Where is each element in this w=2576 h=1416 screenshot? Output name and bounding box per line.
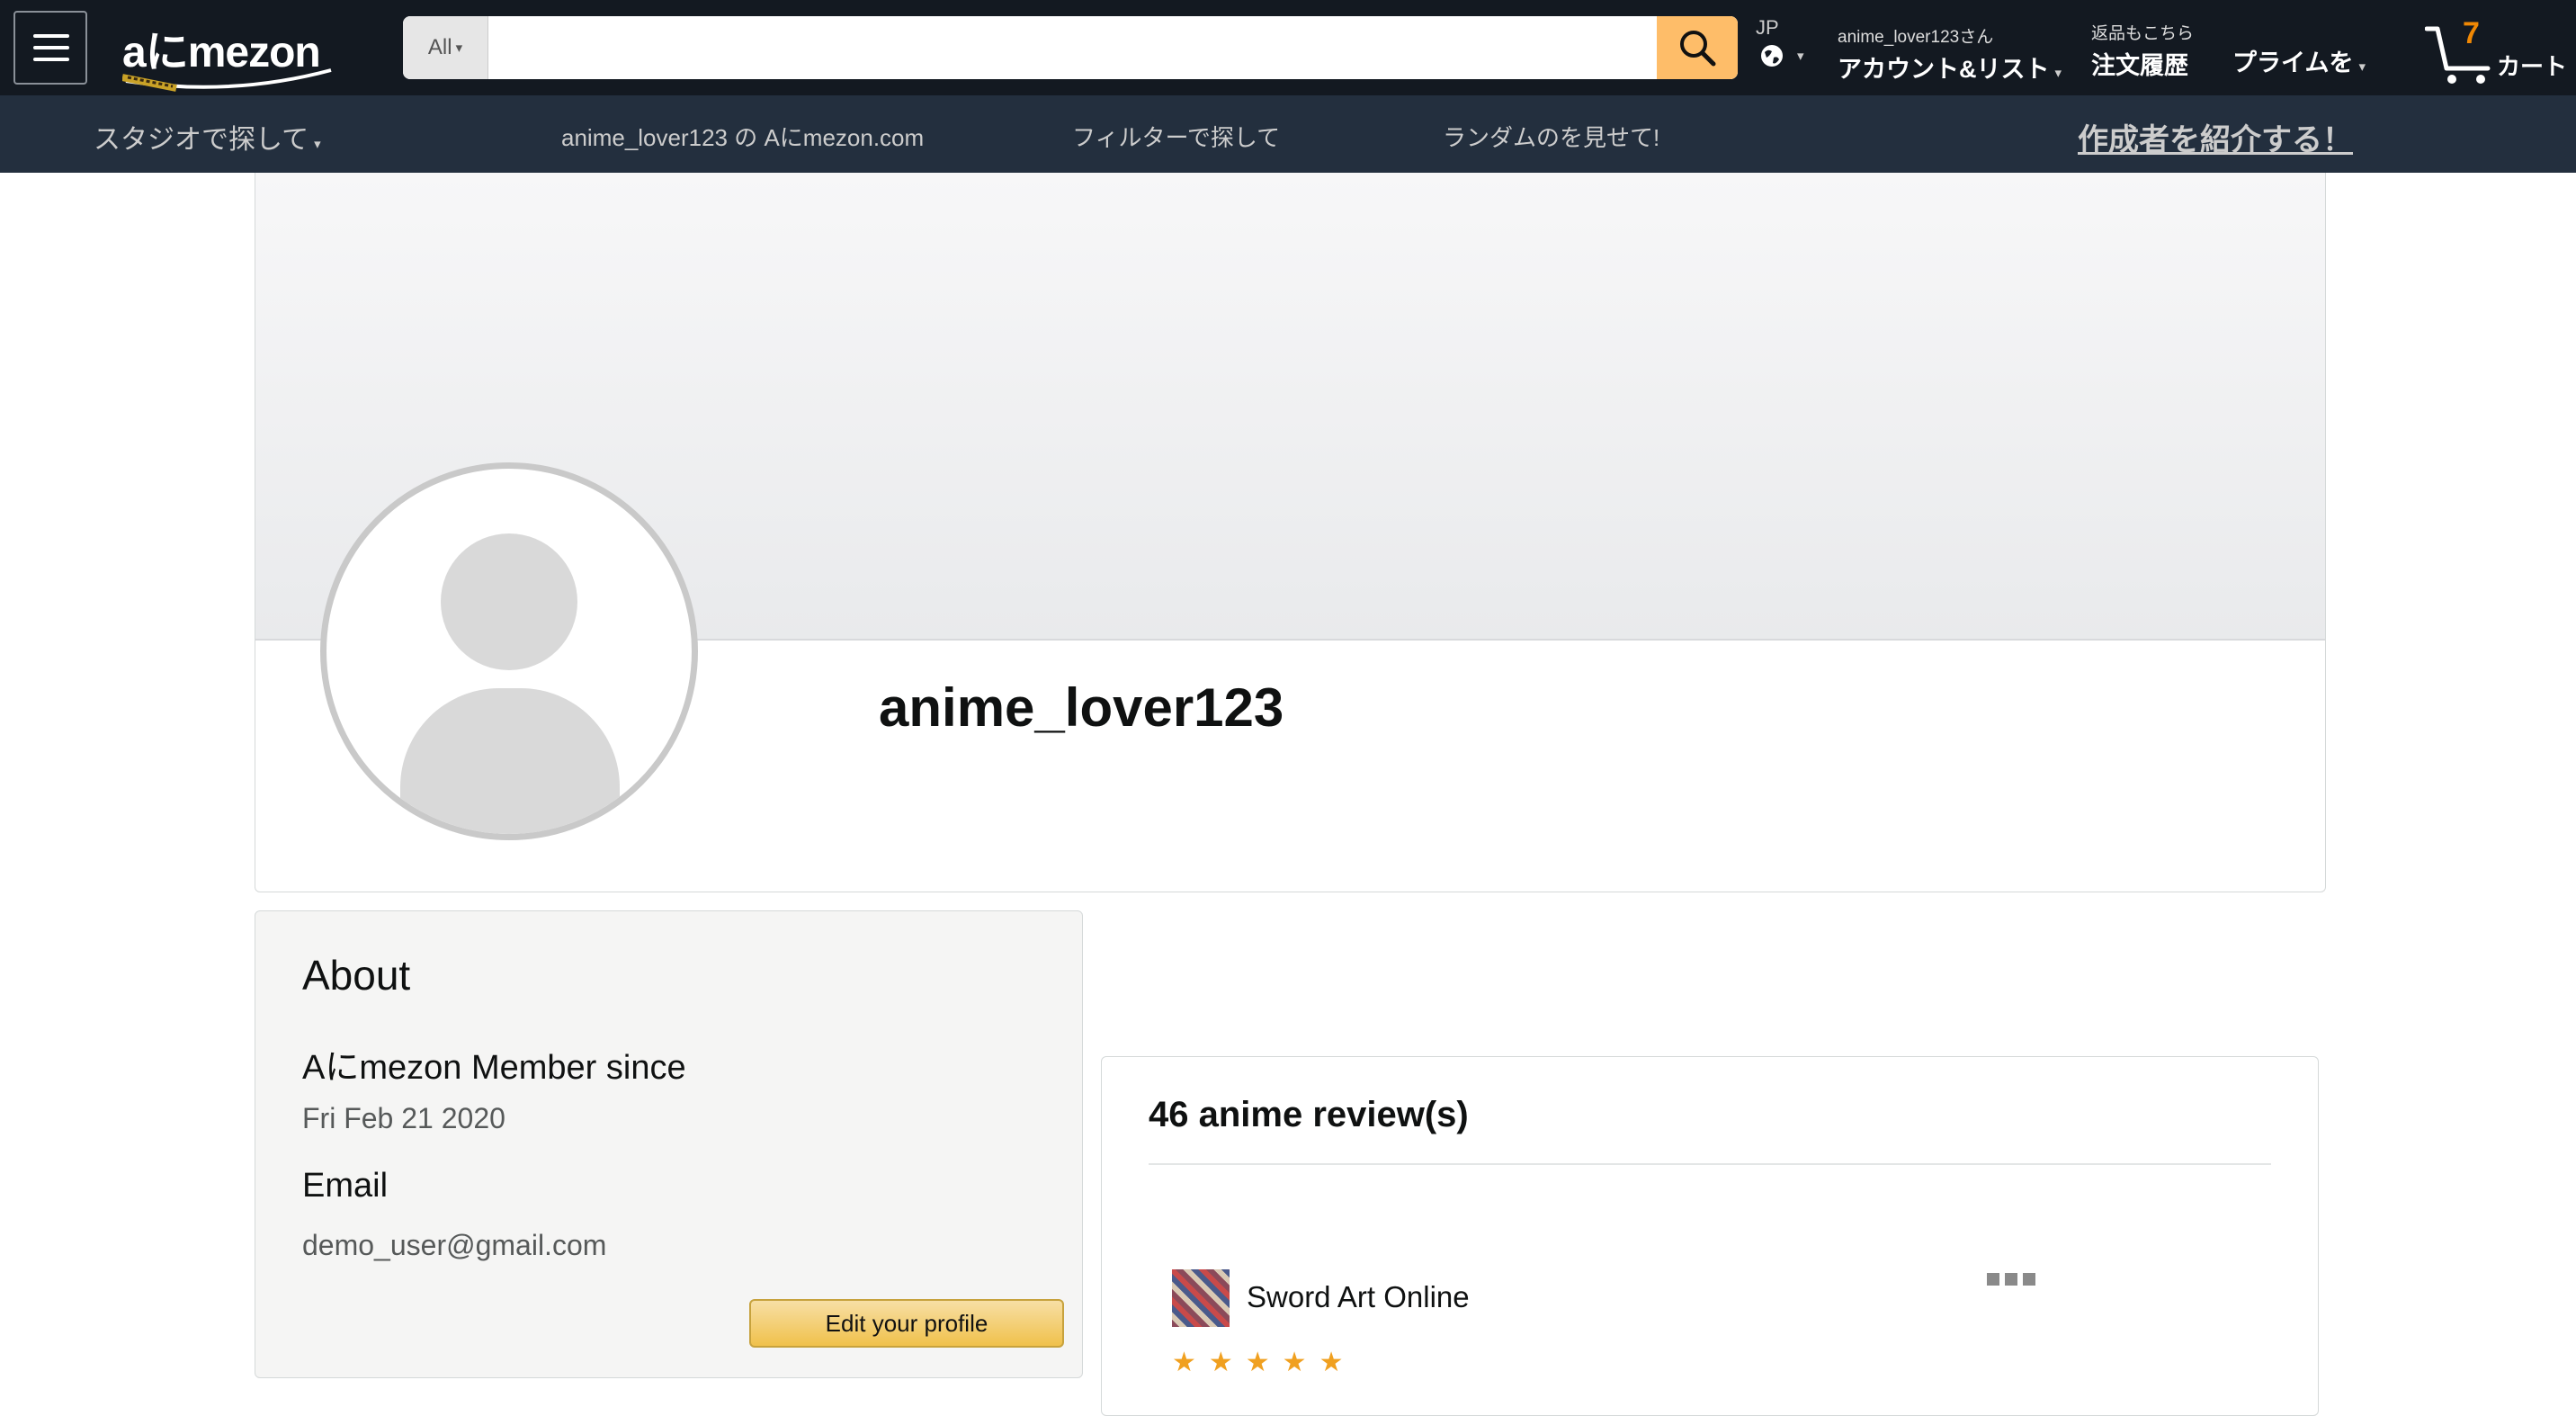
search-button[interactable] [1657,16,1738,79]
search-icon [1680,31,1716,67]
email-label: Email [302,1167,389,1205]
hamburger-menu-button[interactable] [13,11,87,85]
subnav-my-site[interactable]: anime_lover123 の Aにmezon.com [561,120,924,153]
avatar-body-icon [400,688,620,834]
edit-profile-button[interactable]: Edit your profile [749,1299,1064,1348]
member-since-value: Fri Feb 21 2020 [302,1102,505,1134]
menu-bar-icon [33,34,69,38]
review-anime-title[interactable]: Sword Art Online [1247,1280,1470,1314]
about-card: About Aにmezon Member since Fri Feb 21 20… [255,910,1083,1378]
subnav-studio[interactable]: スタジオで探して ▾ [94,117,321,157]
reviews-card: 46 anime review(s) Sword Art Online ★★★★… [1101,1056,2319,1416]
logo-sword-icon [122,68,332,92]
cart-count: 7 [2463,16,2480,50]
orders-link[interactable]: 返品もこちら 注文履歴 [2091,20,2194,81]
profile-header-card: anime_lover123 [255,173,2326,892]
avatar [320,462,698,840]
account-lists-menu[interactable]: anime_lover123さん アカウント&リスト ▾ [1838,23,2062,85]
reviews-title: 46 anime review(s) [1149,1095,1469,1134]
dot-icon [2005,1273,2017,1286]
email-value: demo_user@gmail.com [302,1229,607,1261]
subnav-filter[interactable]: フィルターで探して [1072,120,1280,153]
subnav-random[interactable]: ランダムのを見せて! [1443,120,1659,153]
chevron-down-icon: ▾ [2054,66,2062,81]
review-more-options-button[interactable] [1987,1273,2035,1286]
profile-username: anime_lover123 [879,677,1284,738]
review-star-rating: ★★★★★ [1172,1348,1356,1377]
divider [1149,1163,2271,1165]
subnav-creator-link[interactable]: 作成者を紹介する！ [2078,115,2353,159]
language-selector[interactable]: JP ▾ [1756,16,1804,67]
search-category-select[interactable]: All ▾ [403,16,488,79]
site-logo[interactable]: aにmezon [122,16,338,92]
chevron-down-icon: ▾ [314,137,321,152]
account-label: アカウント&リスト [1838,56,2050,83]
top-nav: aにmezon All ▾ JP ▾ anime_lover123さん アカウン… [0,0,2576,95]
prime-menu[interactable]: プライムを ▾ [2232,43,2366,78]
globe-icon [1761,45,1783,67]
cart-label: カート [2497,53,2568,80]
avatar-head-icon [441,533,577,670]
member-since-label: Aにmezon Member since [302,1049,686,1087]
chevron-down-icon: ▾ [455,40,463,56]
about-title: About [302,952,411,999]
review-anime-thumbnail[interactable] [1172,1269,1230,1327]
chevron-down-icon: ▾ [1797,49,1804,64]
dot-icon [2023,1273,2035,1286]
dot-icon [1987,1273,1999,1286]
menu-bar-icon [33,46,69,49]
sub-nav: スタジオで探して ▾ anime_lover123 の Aにmezon.com フ… [0,95,2576,173]
cart-button[interactable]: 7 カート [2425,16,2569,88]
cart-icon [2425,26,2491,84]
menu-bar-icon [33,58,69,61]
search-input[interactable] [490,16,1738,79]
search-bar: All ▾ [403,16,1738,79]
chevron-down-icon: ▾ [2358,59,2366,75]
